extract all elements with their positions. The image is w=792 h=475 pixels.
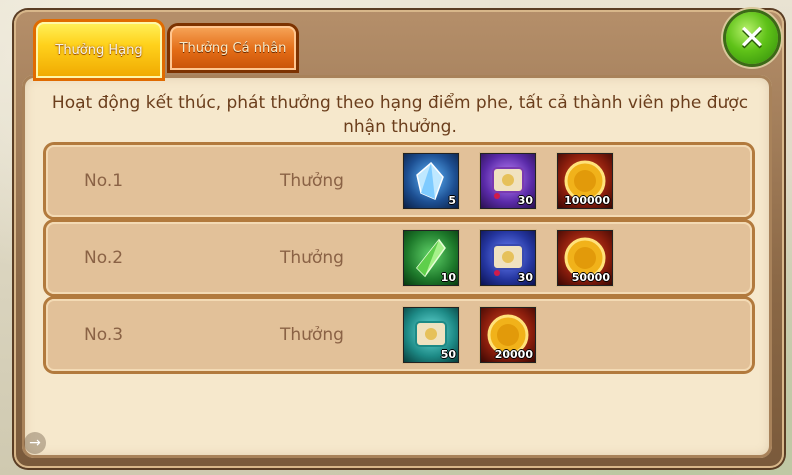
- rank-label: No.2: [84, 248, 124, 268]
- reward-item-blue-crystal[interactable]: 5: [404, 154, 458, 208]
- item-quantity: 20000: [494, 348, 533, 361]
- reward-item-purple-scroll[interactable]: 30: [481, 154, 535, 208]
- reward-row-1: No.1 Thưởng 5 30 100000: [46, 145, 752, 217]
- tab-personal-reward[interactable]: Thưởng Cá nhân: [170, 26, 296, 70]
- item-quantity: 30: [517, 271, 533, 284]
- reward-label: Thưởng: [280, 171, 344, 191]
- arrow-right-icon[interactable]: →: [24, 432, 46, 454]
- reward-row-3: No.3 Thưởng 50 20000: [46, 299, 752, 371]
- item-quantity: 10: [440, 271, 456, 284]
- rank-label: No.1: [84, 171, 124, 191]
- reward-item-gold-coin[interactable]: 20000: [481, 308, 535, 362]
- reward-row-2: No.2 Thưởng 10 30 50000: [46, 222, 752, 294]
- item-quantity: 100000: [564, 194, 610, 207]
- tab-rank-reward[interactable]: Thưởng Hạng: [36, 22, 162, 78]
- reward-item-teal-scroll[interactable]: 50: [404, 308, 458, 362]
- reward-item-gold-coin[interactable]: 100000: [558, 154, 612, 208]
- reward-item-green-crystal[interactable]: 10: [404, 231, 458, 285]
- close-x-icon: ✕: [737, 18, 767, 58]
- item-quantity: 50: [440, 348, 456, 361]
- rank-label: No.3: [84, 325, 124, 345]
- item-quantity: 30: [517, 194, 533, 207]
- reward-label: Thưởng: [280, 248, 344, 268]
- reward-label: Thưởng: [280, 325, 344, 345]
- close-button[interactable]: ✕: [726, 12, 778, 64]
- reward-item-blue-scroll[interactable]: 30: [481, 231, 535, 285]
- item-quantity: 50000: [571, 271, 610, 284]
- item-quantity: 5: [448, 194, 456, 207]
- reward-item-gold-coin[interactable]: 50000: [558, 231, 612, 285]
- event-end-notice: Hoạt động kết thúc, phát thưởng theo hạn…: [51, 93, 749, 137]
